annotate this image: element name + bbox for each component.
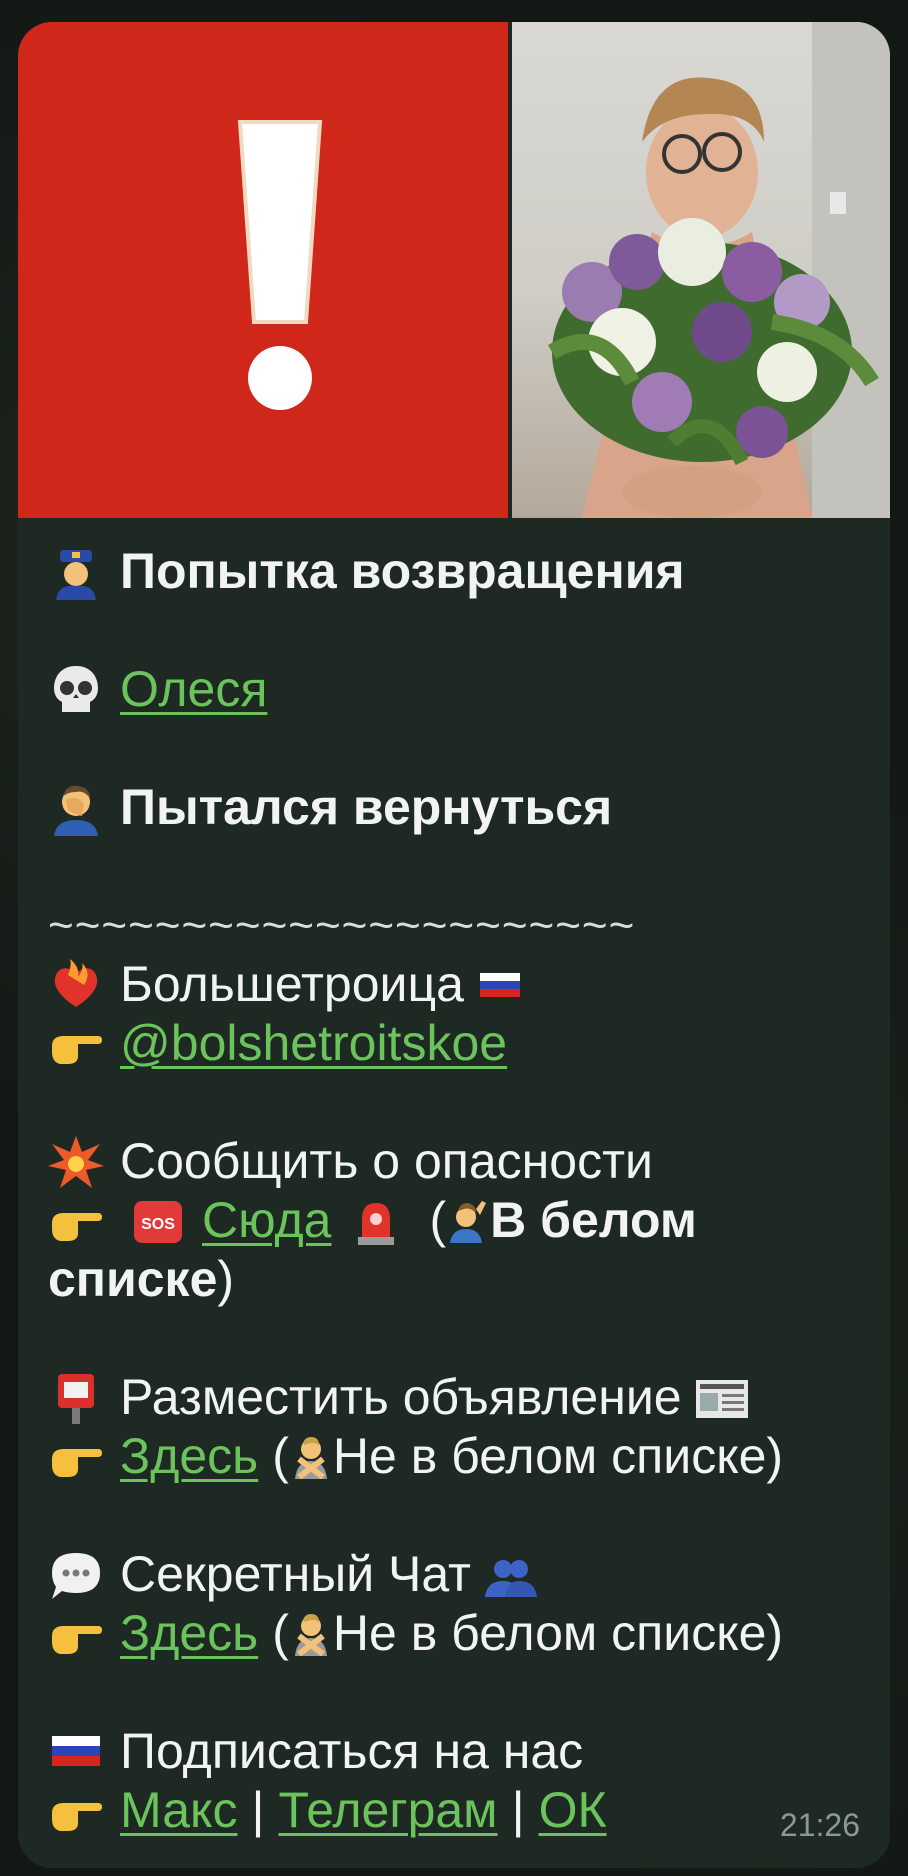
alert-image[interactable] (18, 22, 512, 518)
whitelist-label-2: списке (48, 1251, 218, 1307)
ad-note-open: ( (272, 1428, 289, 1484)
newspaper-icon (695, 1379, 748, 1418)
people-icon (484, 1559, 537, 1597)
chat-line: Секретный Чат (48, 1545, 868, 1604)
max-link[interactable]: Макс (120, 1781, 237, 1840)
exclamation-icon (237, 120, 323, 410)
status-line: Пытался вернуться (48, 778, 868, 837)
tilde-divider: ~~~~~~~~~~~~~~~~~~~~~~ (48, 901, 636, 950)
subscribe-label: Подписаться на нас (120, 1723, 584, 1779)
speech-bubble-icon (52, 1552, 100, 1599)
subscribe-links-line: Макс | Телеграм | ОК (48, 1781, 868, 1840)
chat-here-link[interactable]: Здесь (120, 1604, 258, 1663)
report-link-line: SOS Сюда ( В белом (48, 1191, 868, 1250)
chat-note-open: ( (272, 1605, 289, 1661)
person-name-link[interactable]: Олеся (120, 660, 267, 719)
whitelist-label: В белом (490, 1192, 697, 1248)
collision-icon (48, 1135, 104, 1188)
report-label: Сообщить о опасности (120, 1133, 653, 1189)
pointing-hand-icon (52, 1035, 102, 1064)
report-open-paren: ( (429, 1192, 447, 1248)
status-text: Пытался вернуться (120, 779, 613, 835)
chat-label: Секретный Чат (120, 1546, 471, 1602)
ad-line: Разместить объявление (48, 1368, 868, 1427)
sos-icon: SOS (134, 1200, 182, 1243)
whitelist-close: ) (217, 1251, 235, 1307)
no-gesture-icon (294, 1613, 327, 1656)
facepalm-icon (54, 785, 98, 836)
chat-note: Не в белом списке) (332, 1605, 784, 1661)
person-photo[interactable] (512, 22, 890, 518)
pointing-hand-icon (52, 1212, 102, 1241)
separator: | (511, 1782, 525, 1838)
community-line: Большетроица (48, 955, 868, 1014)
ad-note: Не в белом списке) (332, 1428, 784, 1484)
skull-icon (54, 665, 98, 712)
ok-link[interactable]: ОК (539, 1781, 607, 1840)
postbox-icon (58, 1373, 94, 1424)
report-line: Сообщить о опасности (48, 1132, 868, 1191)
name-line: Олеся (48, 660, 868, 719)
russia-flag-icon (52, 1735, 100, 1766)
message-timestamp: 21:26 (779, 1807, 860, 1843)
title-line: Попытка возвращения (48, 542, 868, 601)
report-here-link[interactable]: Сюда (202, 1191, 332, 1250)
message-bubble[interactable]: Попытка возвращения Олеся Пытался вернут… (18, 22, 890, 1868)
chat-link-line: Здесь ( Не в белом списке) (48, 1604, 868, 1663)
ad-link-line: Здесь ( Не в белом списке) (48, 1427, 868, 1486)
pointing-hand-icon (52, 1448, 102, 1477)
russia-flag-icon (479, 972, 520, 997)
community-name: Большетроица (120, 956, 464, 1012)
handle-line: @bolshetroitskoe (48, 1014, 868, 1073)
subscribe-line: Подписаться на нас (48, 1722, 868, 1781)
svg-text:SOS: SOS (141, 1216, 175, 1233)
message-text: Попытка возвращения Олеся Пытался вернут… (48, 542, 868, 1840)
raising-hand-icon (450, 1200, 487, 1243)
ad-label: Разместить объявление (120, 1369, 682, 1425)
whitelist-line: списке ) (48, 1250, 868, 1309)
no-gesture-icon (294, 1436, 327, 1479)
person-with-lilacs-image (547, 22, 890, 518)
message-title: Попытка возвращения (120, 543, 685, 599)
separator: | (251, 1782, 265, 1838)
siren-icon (357, 1202, 394, 1245)
telegram-link[interactable]: Телеграм (278, 1781, 497, 1840)
ad-here-link[interactable]: Здесь (120, 1427, 258, 1486)
pointing-hand-icon (52, 1802, 102, 1831)
media-album[interactable] (18, 22, 890, 518)
pointing-hand-icon (52, 1625, 102, 1654)
police-officer-icon (56, 549, 96, 600)
heart-on-fire-icon (54, 958, 98, 1007)
community-handle-link[interactable]: @bolshetroitskoe (120, 1014, 507, 1073)
divider-line: ~~~~~~~~~~~~~~~~~~~~~~ (48, 896, 868, 955)
